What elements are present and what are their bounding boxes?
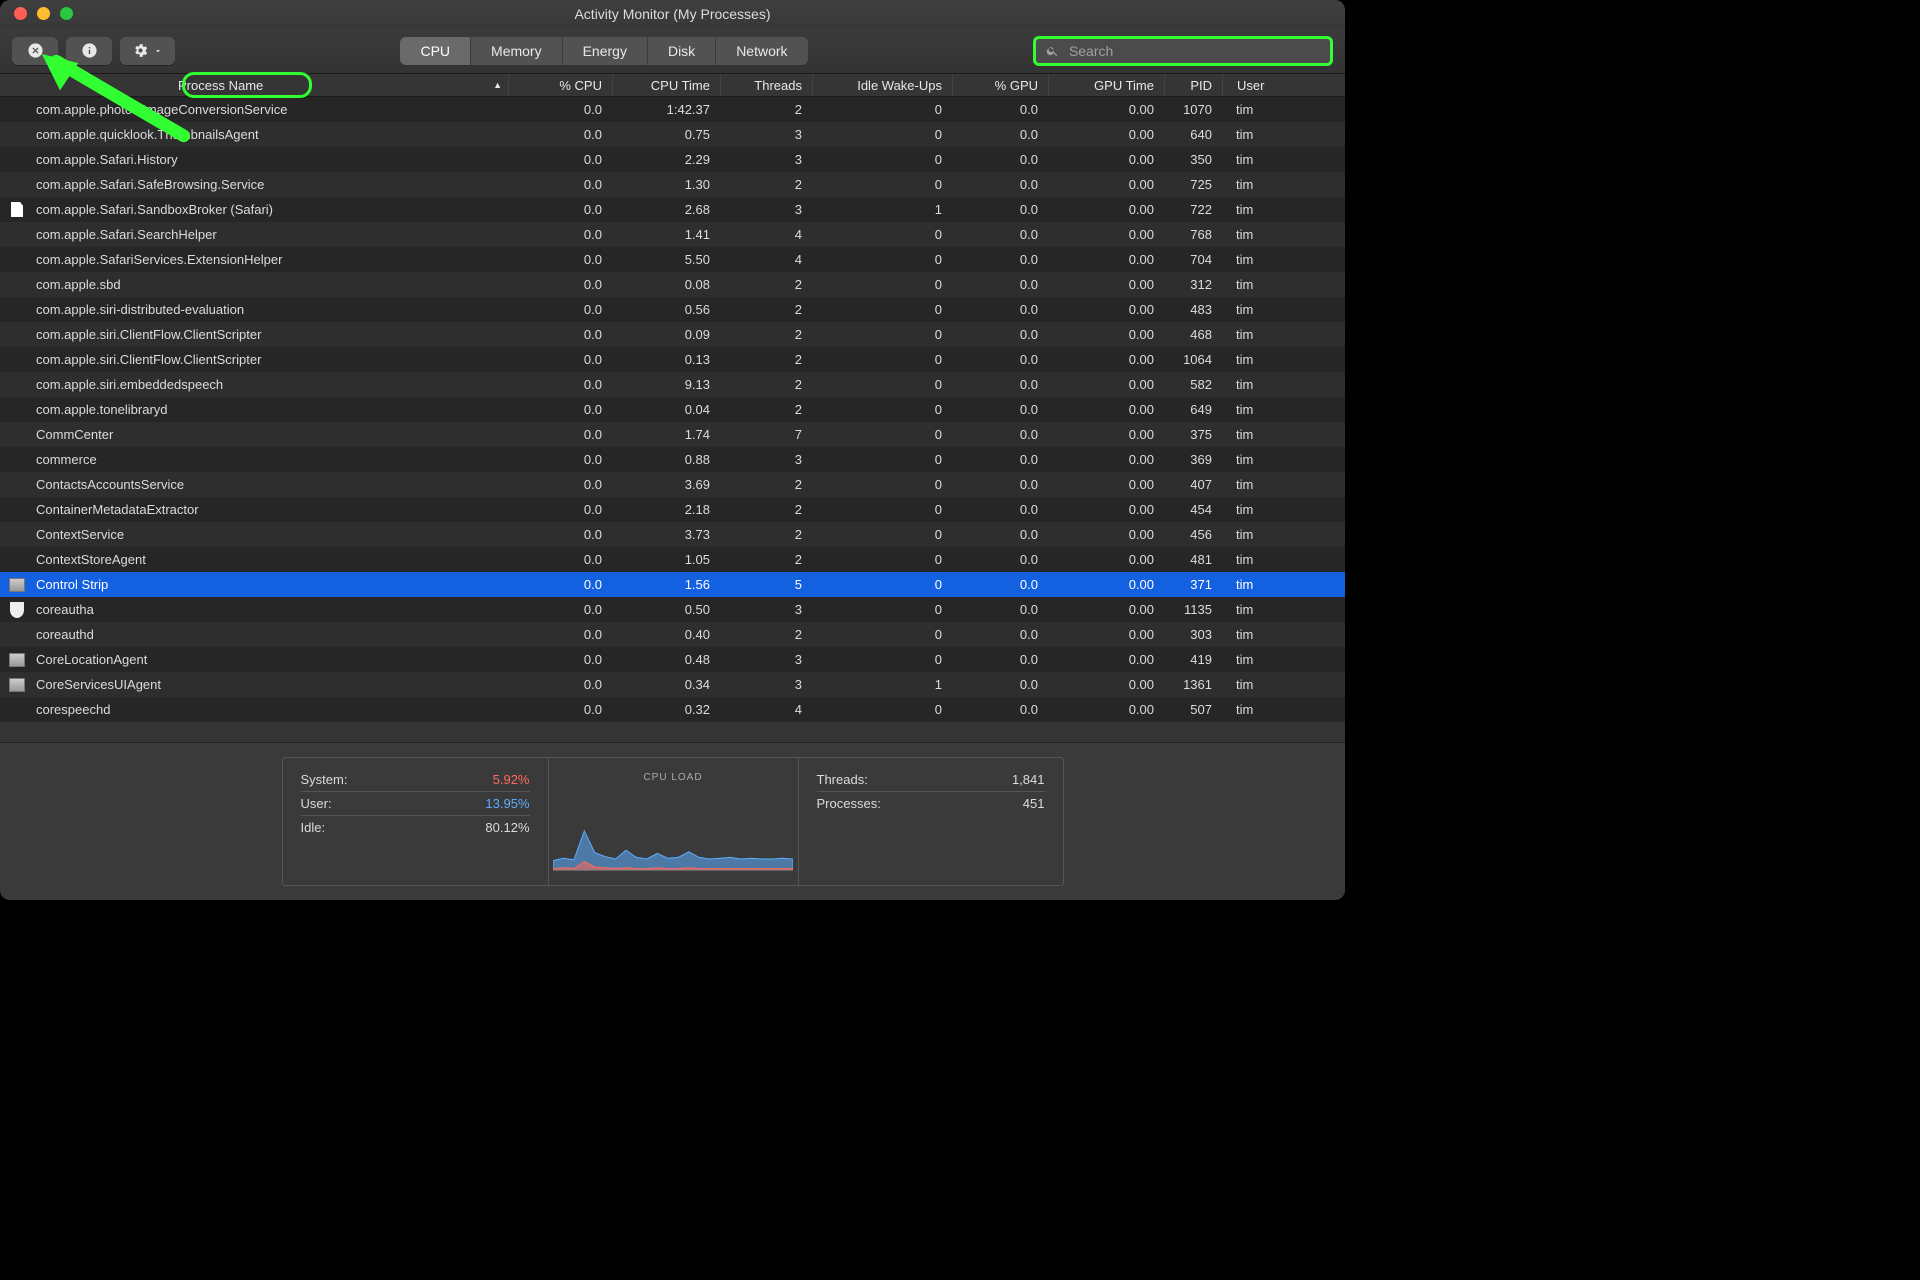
tab-memory[interactable]: Memory [471,37,563,65]
search-field[interactable] [1033,36,1333,66]
table-row[interactable]: com.apple.sbd0.00.08200.00.00312tim [0,272,1345,297]
table-row[interactable]: Control Strip0.01.56500.00.00371tim [0,572,1345,597]
tab-bar: CPUMemoryEnergyDiskNetwork [400,37,807,65]
column-header-wakeups[interactable]: Idle Wake-Ups [812,74,952,96]
process-name: corespeechd [36,702,110,717]
table-row[interactable]: com.apple.photos.ImageConversionService0… [0,97,1345,122]
sort-indicator-icon: ▲ [493,80,502,90]
column-header-cputime[interactable]: CPU Time [612,74,720,96]
column-header-gpu[interactable]: % GPU [952,74,1048,96]
table-row[interactable]: CoreLocationAgent0.00.48300.00.00419tim [0,647,1345,672]
tab-energy[interactable]: Energy [563,37,648,65]
table-row[interactable]: com.apple.siri.embeddedspeech0.09.13200.… [0,372,1345,397]
column-headers: Process Name ▲ % CPU CPU Time Threads Id… [0,74,1345,97]
column-header-user[interactable]: User [1222,74,1342,96]
table-row[interactable]: coreauthd0.00.40200.00.00303tim [0,622,1345,647]
tab-cpu[interactable]: CPU [400,37,471,65]
process-name: com.apple.siri.ClientFlow.ClientScripter [36,327,261,342]
process-name: CoreServicesUIAgent [36,677,161,692]
footer: System:5.92% User:13.95% Idle:80.12% CPU… [0,742,1345,900]
column-header-name[interactable]: Process Name ▲ [0,74,508,96]
table-row[interactable]: com.apple.siri-distributed-evaluation0.0… [0,297,1345,322]
table-row[interactable]: com.apple.quicklook.ThumbnailsAgent0.00.… [0,122,1345,147]
quit-process-icon [27,42,44,59]
table-row[interactable]: ContextStoreAgent0.01.05200.00.00481tim [0,547,1345,572]
activity-monitor-window: Activity Monitor (My Processes) CPUMemor… [0,0,1345,900]
table-row[interactable]: corespeechd0.00.32400.00.00507tim [0,697,1345,722]
column-header-gputime[interactable]: GPU Time [1048,74,1164,96]
process-name: com.apple.Safari.SandboxBroker (Safari) [36,202,273,217]
process-name: com.apple.siri.embeddedspeech [36,377,223,392]
gear-icon [132,42,149,59]
process-name: Control Strip [36,577,108,592]
close-window-button[interactable] [14,7,27,20]
titlebar: Activity Monitor (My Processes) [0,0,1345,28]
table-row[interactable]: com.apple.Safari.SafeBrowsing.Service0.0… [0,172,1345,197]
footer-counts: Threads:1,841 Processes:451 [798,758,1063,885]
table-row[interactable]: ContextService0.03.73200.00.00456tim [0,522,1345,547]
process-name: com.apple.SafariServices.ExtensionHelper [36,252,282,267]
table-row[interactable]: com.apple.SafariServices.ExtensionHelper… [0,247,1345,272]
settings-menu-button[interactable] [120,37,175,65]
table-row[interactable]: coreautha0.00.50300.00.001135tim [0,597,1345,622]
process-name: CoreLocationAgent [36,652,147,667]
footer-cpu-load-chart: CPU LOAD [548,758,798,885]
search-input[interactable] [1067,42,1320,60]
column-header-pid[interactable]: PID [1164,74,1222,96]
process-name: com.apple.Safari.SafeBrowsing.Service [36,177,264,192]
window-controls [14,7,73,20]
tab-network[interactable]: Network [716,37,807,65]
process-name: commerce [36,452,97,467]
process-name: coreautha [36,602,94,617]
table-row[interactable]: com.apple.siri.ClientFlow.ClientScripter… [0,347,1345,372]
footer-cpu-stats: System:5.92% User:13.95% Idle:80.12% [283,758,548,885]
app-icon [9,653,25,667]
process-name: com.apple.siri.ClientFlow.ClientScripter [36,352,261,367]
document-icon [11,202,23,217]
column-header-cpu[interactable]: % CPU [508,74,612,96]
table-row[interactable]: ContactsAccountsService0.03.69200.00.004… [0,472,1345,497]
info-icon [81,42,98,59]
table-row[interactable]: com.apple.siri.ClientFlow.ClientScripter… [0,322,1345,347]
process-name: coreauthd [36,627,94,642]
minimize-window-button[interactable] [37,7,50,20]
process-name: ContactsAccountsService [36,477,184,492]
process-name: com.apple.tonelibraryd [36,402,168,417]
shield-icon [10,602,24,618]
window-title: Activity Monitor (My Processes) [574,6,770,22]
process-name: com.apple.photos.ImageConversionService [36,102,287,117]
process-name: com.apple.siri-distributed-evaluation [36,302,244,317]
table-row[interactable]: com.apple.Safari.History0.02.29300.00.00… [0,147,1345,172]
process-name: com.apple.quicklook.ThumbnailsAgent [36,127,259,142]
process-name: ContextService [36,527,124,542]
process-table: com.apple.photos.ImageConversionService0… [0,97,1345,742]
table-row[interactable]: com.apple.Safari.SearchHelper0.01.41400.… [0,222,1345,247]
table-row[interactable]: ContainerMetadataExtractor0.02.18200.00.… [0,497,1345,522]
process-name: CommCenter [36,427,113,442]
table-row[interactable]: CommCenter0.01.74700.00.00375tim [0,422,1345,447]
table-row[interactable]: commerce0.00.88300.00.00369tim [0,447,1345,472]
app-icon [9,678,25,692]
app-icon [9,578,25,592]
process-name: com.apple.sbd [36,277,121,292]
process-name: com.apple.Safari.SearchHelper [36,227,217,242]
process-name: ContextStoreAgent [36,552,146,567]
table-row[interactable]: CoreServicesUIAgent0.00.34310.00.001361t… [0,672,1345,697]
process-name: com.apple.Safari.History [36,152,178,167]
process-name: ContainerMetadataExtractor [36,502,199,517]
inspect-process-button[interactable] [66,37,112,65]
zoom-window-button[interactable] [60,7,73,20]
toolbar: CPUMemoryEnergyDiskNetwork [0,28,1345,74]
table-row[interactable]: com.apple.tonelibraryd0.00.04200.00.0064… [0,397,1345,422]
column-header-threads[interactable]: Threads [720,74,812,96]
tab-disk[interactable]: Disk [648,37,716,65]
quit-process-button[interactable] [12,37,58,65]
chevron-down-icon [153,46,163,56]
table-row[interactable]: com.apple.Safari.SandboxBroker (Safari)0… [0,197,1345,222]
cpu-load-chart [553,791,793,871]
search-icon [1046,44,1059,58]
